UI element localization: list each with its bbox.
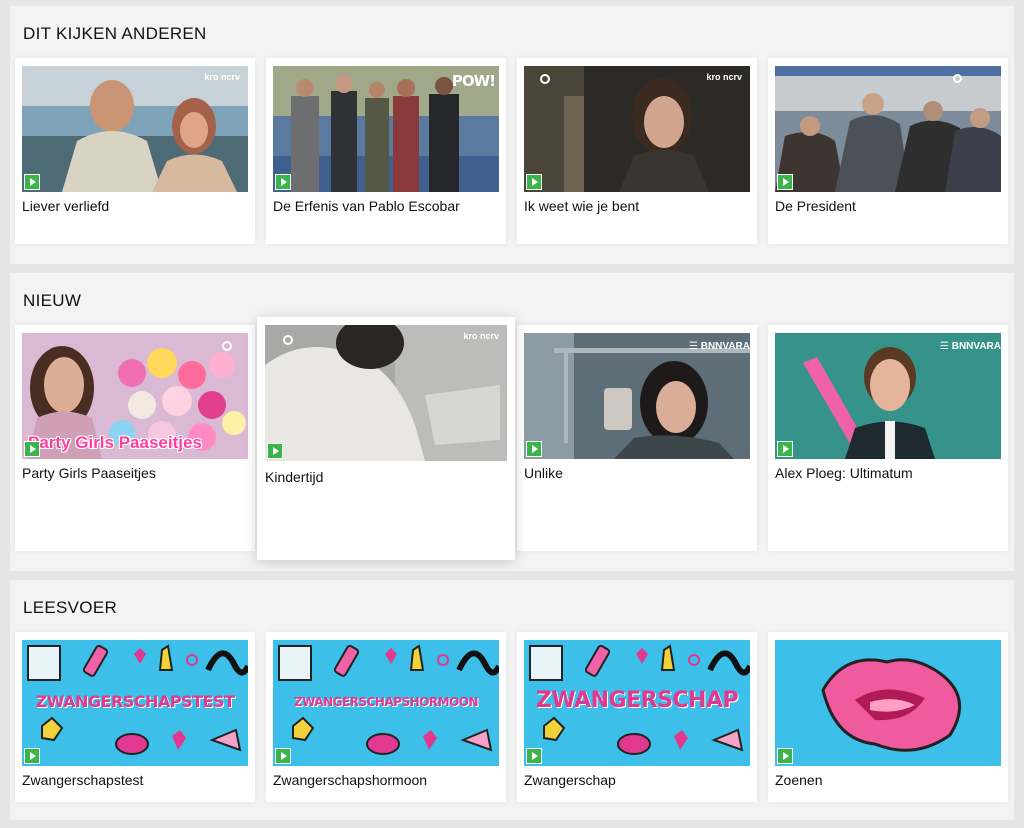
- section-leesvoer: LEESVOER ZWANGERSCHAPSTEST Zwangerschaps…: [10, 580, 1014, 820]
- card-title: Alex Ploeg: Ultimatum: [775, 465, 913, 481]
- card-title: Ik weet wie je bent: [524, 198, 640, 214]
- broadcaster-logo: BNNVARA: [940, 341, 1001, 352]
- program-card[interactable]: kro ncrv Ik weet wie je bent: [517, 58, 757, 244]
- article-card[interactable]: ZWANGERSCHAPSTEST Zwangerschapstest: [15, 632, 255, 802]
- thumbnail-caption: ZWANGERSCHAPSHORMOON: [293, 695, 479, 709]
- program-card[interactable]: kro ncrv Liever verliefd: [15, 58, 255, 244]
- program-card[interactable]: BNNVARA Alex Ploeg: Ultimatum: [768, 325, 1008, 551]
- program-card[interactable]: BNNVARA Unlike: [517, 325, 757, 551]
- thumbnail: BNNVARA: [775, 333, 1001, 459]
- broadcaster-logo: POW!: [451, 72, 496, 90]
- section-dit-kijken-anderen: DIT KIJKEN ANDEREN kro ncrv Liever verli…: [10, 6, 1014, 264]
- section-title: LEESVOER: [23, 598, 118, 617]
- card-title: Zwangerschap: [524, 772, 616, 788]
- thumbnail: ZWANGERSCHAPSTEST: [22, 640, 248, 766]
- thumbnail-caption: ZWANGERSCHAP: [535, 688, 739, 713]
- card-title: Party Girls Paaseitjes: [22, 465, 156, 481]
- card-title: Kindertijd: [265, 469, 324, 485]
- program-card[interactable]: POW! De Erfenis van Pablo Escobar: [266, 58, 506, 244]
- program-card[interactable]: De President: [768, 58, 1008, 244]
- broadcaster-logo: kro ncrv: [463, 331, 499, 341]
- card-title: De Erfenis van Pablo Escobar: [273, 198, 460, 214]
- play-icon[interactable]: [24, 441, 40, 457]
- play-icon[interactable]: [267, 443, 283, 459]
- broadcaster-logo: kro ncrv: [706, 72, 742, 82]
- play-icon[interactable]: [777, 748, 793, 764]
- card-title: Zoenen: [775, 772, 823, 788]
- play-icon[interactable]: [275, 748, 291, 764]
- play-icon[interactable]: [24, 174, 40, 190]
- program-card[interactable]: Party Girls Paaseitjes Party Girls Paase…: [15, 325, 255, 551]
- logo-icon: [283, 335, 293, 345]
- card-title: Zwangerschapstest: [22, 772, 144, 788]
- card-title: Zwangerschapshormoon: [273, 772, 428, 788]
- thumbnail: kro ncrv: [524, 66, 750, 192]
- thumbnail: kro ncrv: [265, 325, 507, 461]
- broadcaster-logo: BNNVARA: [689, 341, 750, 352]
- thumbnail: POW!: [273, 66, 499, 192]
- section-title: DIT KIJKEN ANDEREN: [23, 24, 207, 43]
- broadcaster-logo: kro ncrv: [204, 72, 240, 82]
- play-icon[interactable]: [777, 174, 793, 190]
- play-icon[interactable]: [777, 441, 793, 457]
- section-title: NIEUW: [23, 291, 82, 310]
- article-card[interactable]: ZWANGERSCHAP Zwangerschap: [517, 632, 757, 802]
- thumbnail: ZWANGERSCHAP: [524, 640, 750, 766]
- article-card[interactable]: Zoenen: [768, 632, 1008, 802]
- card-title: Liever verliefd: [22, 198, 110, 214]
- play-icon[interactable]: [24, 748, 40, 764]
- thumbnail: BNNVARA: [524, 333, 750, 459]
- article-card[interactable]: ZWANGERSCHAPSHORMOON Zwangerschapshormoo…: [266, 632, 506, 802]
- logo-icon: [540, 74, 550, 84]
- thumbnail: [775, 640, 1001, 766]
- card-title: Unlike: [524, 465, 563, 481]
- thumbnail: ZWANGERSCHAPSHORMOON: [273, 640, 499, 766]
- logo-icon: [953, 74, 962, 83]
- thumbnail: [775, 66, 1001, 192]
- logo-icon: [222, 341, 232, 351]
- thumbnail: kro ncrv: [22, 66, 248, 192]
- play-icon[interactable]: [275, 174, 291, 190]
- play-icon[interactable]: [526, 748, 542, 764]
- section-nieuw: NIEUW Party Girls Paaseitjes Party Girls…: [10, 273, 1014, 571]
- play-icon[interactable]: [526, 441, 542, 457]
- thumbnail-caption: Party Girls Paaseitjes: [28, 433, 202, 452]
- play-icon[interactable]: [526, 174, 542, 190]
- thumbnail: Party Girls Paaseitjes: [22, 333, 248, 459]
- program-card[interactable]: kro ncrv Kindertijd: [257, 317, 515, 560]
- card-title: De President: [775, 198, 856, 214]
- thumbnail-caption: ZWANGERSCHAPSTEST: [35, 692, 235, 711]
